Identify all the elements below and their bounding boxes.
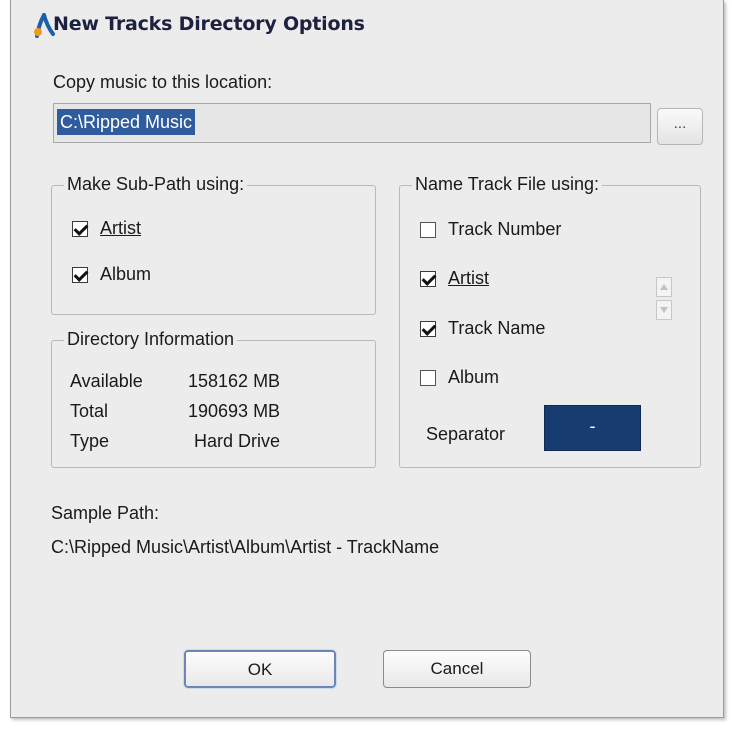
total-value: 190693 MB (188, 401, 281, 421)
directory-info-legend: Directory Information (64, 329, 238, 350)
up-arrow-icon (660, 284, 668, 290)
separator-input[interactable]: - (544, 405, 641, 451)
copy-location-value: C:\Ripped Music (57, 109, 196, 135)
type-value: Hard Drive (194, 431, 281, 451)
name-track-legend: Name Track File using: (412, 174, 603, 195)
app-logo-icon (34, 13, 55, 38)
sub-path-legend: Make Sub-Path using: (64, 174, 248, 195)
copy-location-label: Copy music to this location: (53, 72, 273, 92)
sub-path-artist-checkbox[interactable] (72, 220, 88, 237)
track-name-label: Track Name (448, 318, 546, 338)
directory-info-group: Directory Information Available 158162 M… (51, 329, 376, 468)
available-value: 158162 MB (188, 371, 281, 391)
name-artist-label: Artist (448, 268, 490, 288)
track-name-checkbox[interactable] (420, 320, 436, 337)
browse-button[interactable]: ... (657, 108, 703, 145)
ok-button[interactable]: OK (183, 649, 337, 689)
track-number-label: Track Number (448, 219, 562, 239)
total-label: Total (70, 401, 109, 421)
sub-path-artist-label: Artist (100, 218, 142, 238)
copy-location-input[interactable]: C:\Ripped Music (53, 103, 651, 143)
name-album-label: Album (448, 367, 500, 387)
sub-path-album-checkbox[interactable] (72, 266, 88, 283)
sub-path-group: Make Sub-Path using: Artist Album (51, 174, 376, 315)
type-label: Type (70, 431, 110, 451)
sub-path-album-option[interactable]: Album (72, 264, 151, 285)
track-number-option[interactable]: Track Number (420, 219, 561, 240)
new-tracks-directory-dialog: New Tracks Directory Options Copy music … (10, 0, 724, 718)
name-artist-checkbox[interactable] (420, 270, 436, 287)
sample-path-value: C:\Ripped Music\Artist\Album\Artist - Tr… (51, 537, 440, 557)
order-spinner (656, 277, 672, 322)
track-name-option[interactable]: Track Name (420, 318, 545, 339)
move-up-button[interactable] (656, 277, 672, 297)
sub-path-album-label: Album (100, 264, 152, 284)
sub-path-artist-option[interactable]: Artist (72, 218, 141, 239)
sample-path-label: Sample Path: (51, 503, 160, 523)
cancel-button[interactable]: Cancel (383, 650, 531, 688)
window-title: New Tracks Directory Options (53, 13, 365, 35)
move-down-button[interactable] (656, 300, 672, 320)
name-album-checkbox[interactable] (420, 369, 436, 386)
name-artist-option[interactable]: Artist (420, 268, 489, 289)
separator-label: Separator (426, 424, 506, 444)
track-number-checkbox[interactable] (420, 221, 436, 238)
name-album-option[interactable]: Album (420, 367, 499, 388)
available-label: Available (70, 371, 143, 391)
down-arrow-icon (660, 307, 668, 313)
